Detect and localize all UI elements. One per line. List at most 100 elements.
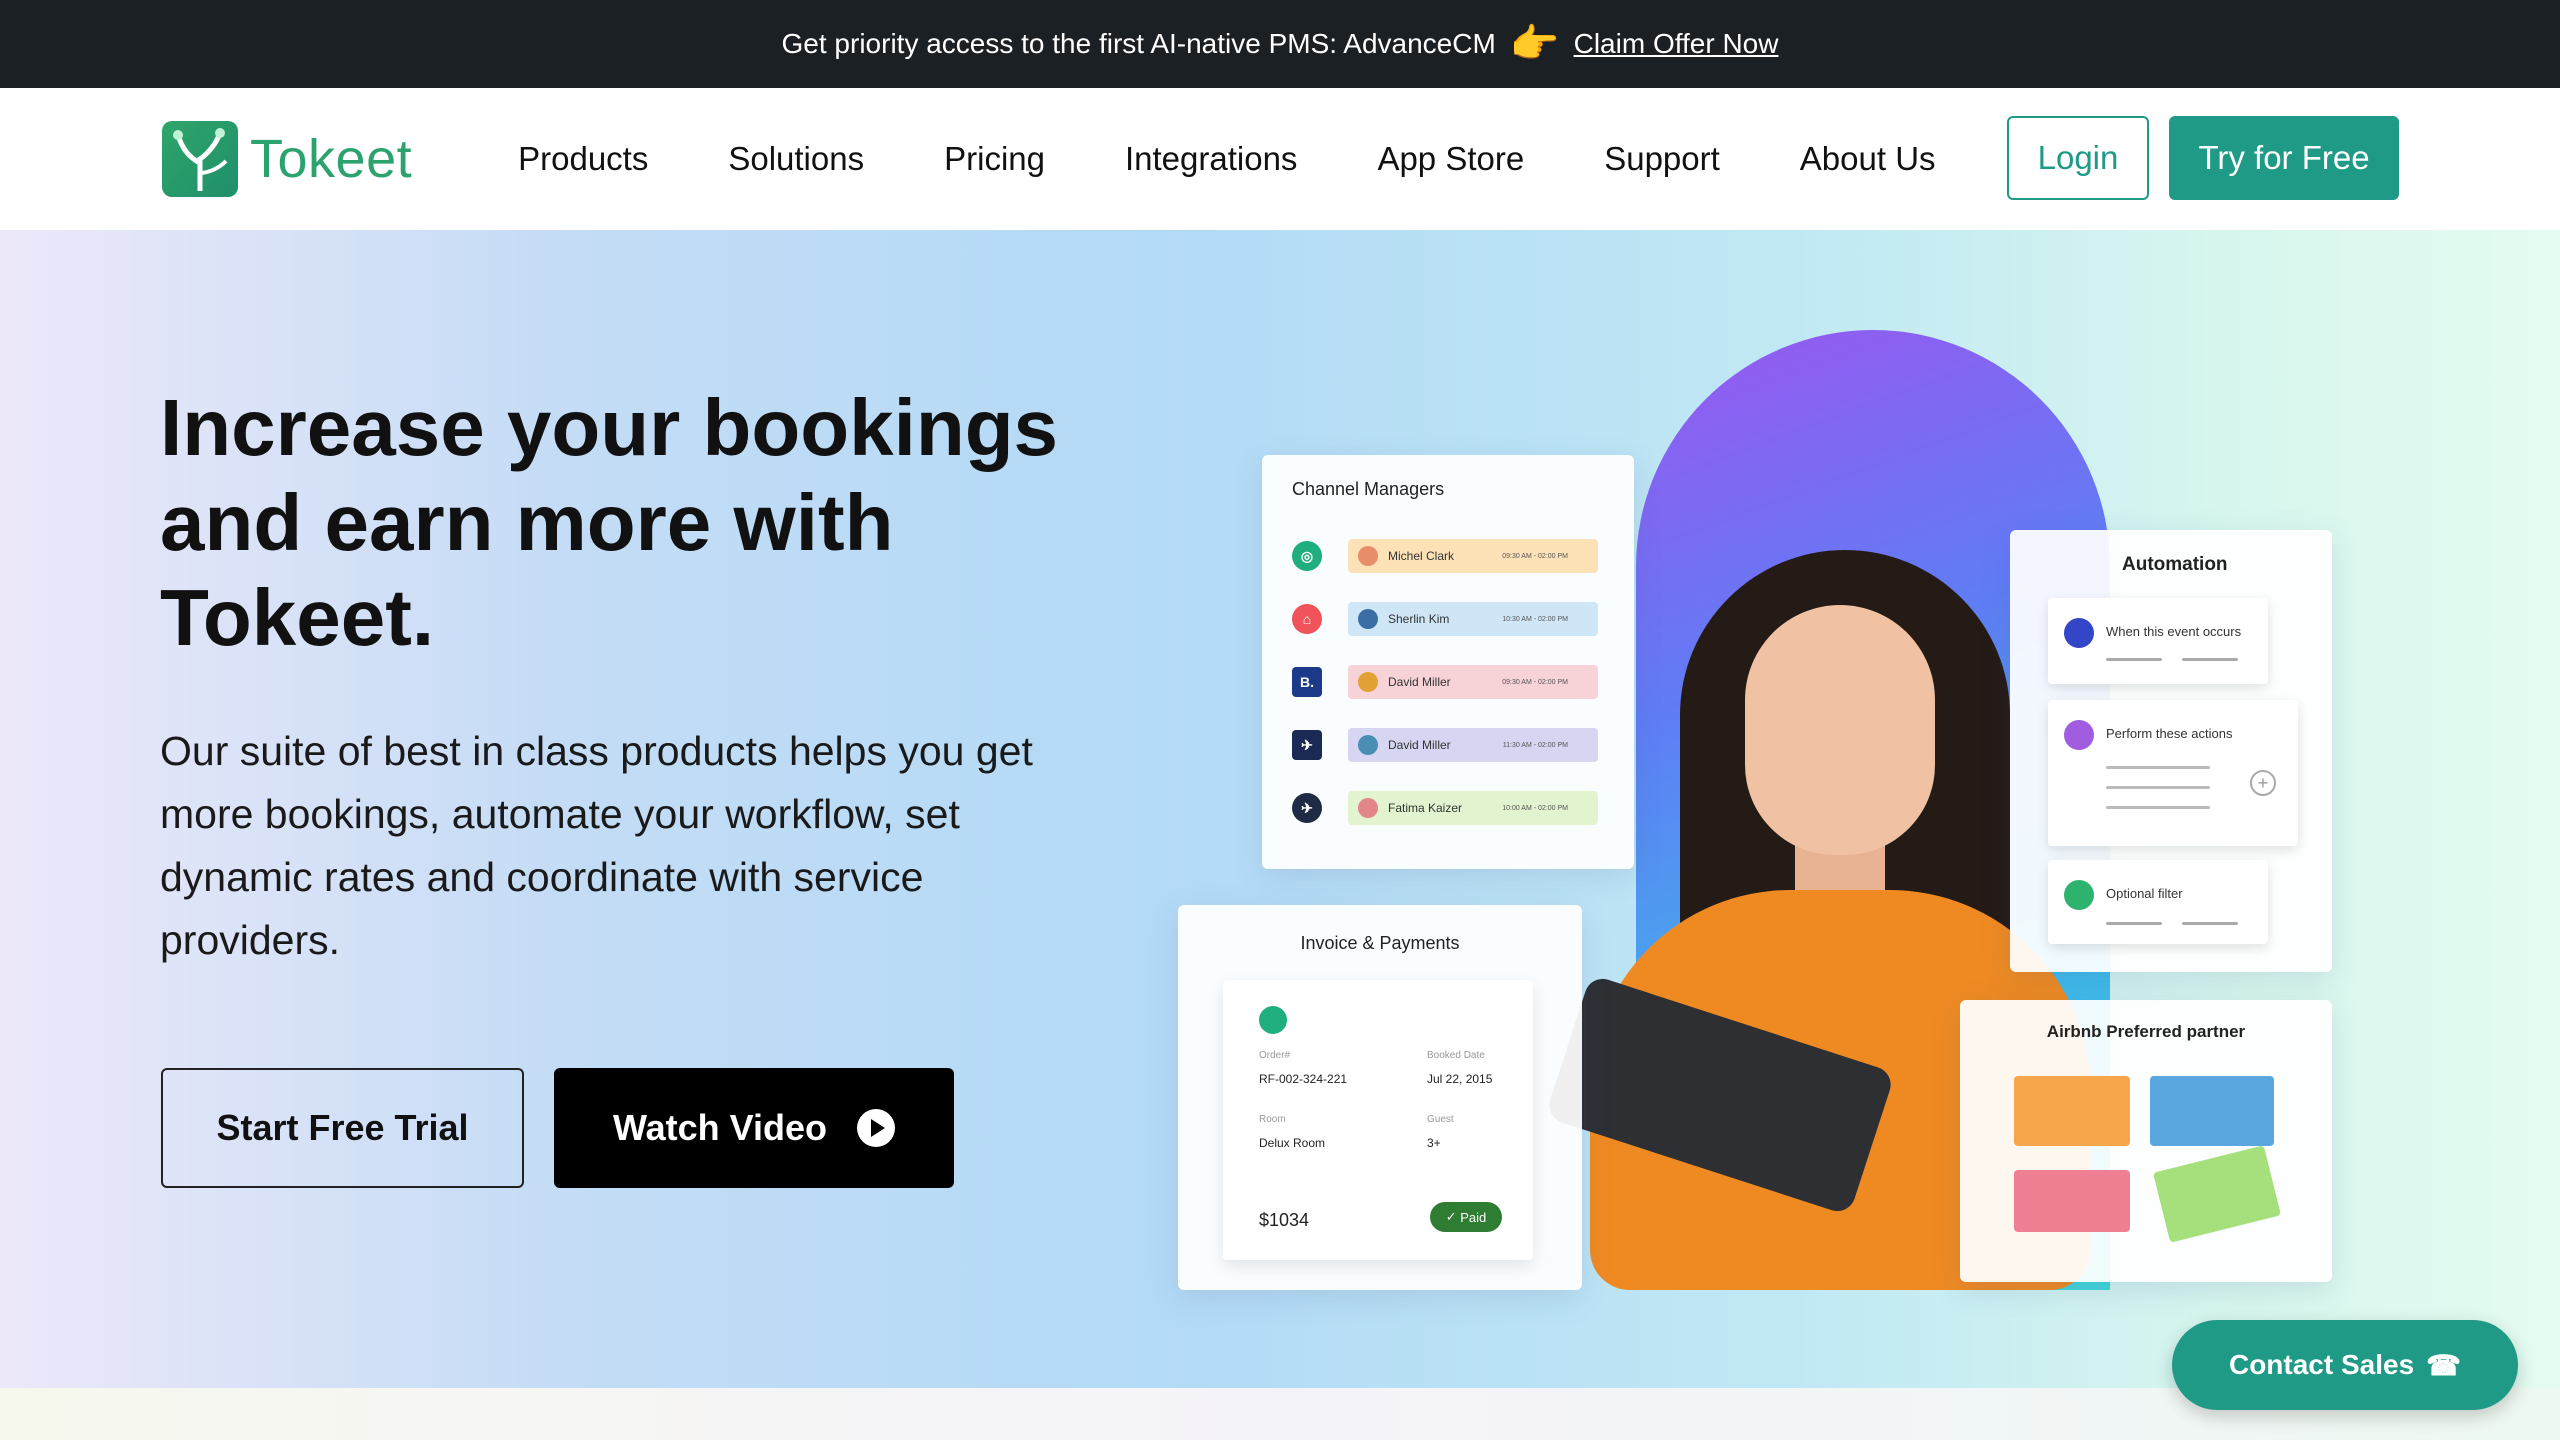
nav-pricing[interactable]: Pricing (944, 140, 1045, 178)
nav-solutions[interactable]: Solutions (728, 140, 864, 178)
automation-card: Automation When this event occurs Perfor… (2010, 530, 2332, 972)
bag-icon (2064, 720, 2094, 750)
placeholder-line (2182, 658, 2238, 661)
room-label: Room (1259, 1114, 1286, 1125)
channel-row: B. David Miller 09:30 AM - 02:00 PM (1292, 664, 1612, 700)
nav-about-us[interactable]: About Us (1800, 140, 1936, 178)
hero-section: Increase your bookings and earn more wit… (0, 230, 2560, 1388)
channel-pill: Fatima Kaizer 10:00 AM - 02:00 PM (1348, 791, 1598, 825)
hero-subtitle: Our suite of best in class products help… (160, 728, 1033, 963)
try-for-free-button[interactable]: Try for Free (2169, 116, 2399, 200)
avatar (1358, 672, 1378, 692)
invoice-title: Invoice & Payments (1300, 933, 1460, 953)
channel-name: Sherlin Kim (1388, 612, 1450, 626)
avatar (1358, 546, 1378, 566)
paid-badge: ✓ Paid (1430, 1202, 1502, 1232)
placeholder-line (2182, 922, 2238, 925)
invoice-total: $1034 (1259, 1210, 1310, 1230)
play-icon (857, 1109, 896, 1147)
channel-row: ✈ Fatima Kaizer 10:00 AM - 02:00 PM (1292, 790, 1612, 826)
avatar (1358, 609, 1378, 629)
booked-date-label: Booked Date (1427, 1050, 1485, 1061)
channel-managers-title: Channel Managers (1292, 479, 1445, 499)
site-header: Tokeet Products Solutions Pricing Integr… (0, 88, 2560, 230)
payment-card-icon (2152, 1145, 2282, 1243)
nav-app-store[interactable]: App Store (1377, 140, 1524, 178)
channel-time: 09:30 AM - 02:00 PM (1502, 552, 1568, 560)
placeholder-line (2106, 658, 2162, 661)
action-field (2106, 786, 2210, 789)
channel-row: ◎ Michel Clark 09:30 AM - 02:00 PM (1292, 538, 1612, 574)
avatar (1358, 735, 1378, 755)
booking-icon: B. (1292, 667, 1322, 697)
automation-title: Automation (2122, 554, 2228, 575)
automation-trigger: When this event occurs (2048, 598, 2268, 684)
invoice-card: Invoice & Payments Order# RF-002-324-221… (1178, 905, 1582, 1290)
add-icon: + (2250, 770, 2276, 796)
channel-row: ✈ David Miller 11:30 AM - 02:00 PM (1292, 727, 1612, 763)
channel-pill: Sherlin Kim 10:30 AM - 02:00 PM (1348, 602, 1598, 636)
action-field (2106, 766, 2210, 769)
filter-icon (2064, 880, 2094, 910)
booking-grid-icon (2150, 1076, 2274, 1146)
calendar-tile-icon (2014, 1170, 2130, 1232)
nav-integrations[interactable]: Integrations (1125, 140, 1297, 178)
promo-bar: Get priority access to the first AI-nati… (0, 0, 2560, 88)
promo-text: Get priority access to the first AI-nati… (781, 28, 1496, 59)
channel-name: David Miller (1388, 738, 1451, 752)
airbnb-icon: ⌂ (1292, 604, 1322, 634)
pointing-hand-icon: 👉 (1509, 22, 1560, 66)
channel-pill: David Miller 09:30 AM - 02:00 PM (1348, 665, 1598, 699)
contact-sales-label: Contact Sales (2228, 1349, 2415, 1380)
login-button[interactable]: Login (2007, 116, 2149, 200)
action-field (2106, 806, 2210, 809)
face-shape (1745, 605, 1935, 855)
channel-managers-card: Channel Managers ◎ Michel Clark 09:30 AM… (1262, 455, 1634, 869)
channel-time: 10:00 AM - 02:00 PM (1502, 804, 1568, 812)
order-label: Order# (1259, 1050, 1291, 1061)
airbnb-partner-card: Airbnb Preferred partner (1960, 1000, 2332, 1282)
expedia-icon: ✈ (1292, 730, 1322, 760)
contact-sales-button[interactable]: Contact Sales ☎ (2172, 1320, 2518, 1410)
tokeet-logo-icon (162, 121, 238, 197)
guest-value: 3+ (1427, 1136, 1441, 1150)
hero-title: Increase your bookings and earn more wit… (160, 380, 1060, 665)
automation-filter-label: Optional filter (2106, 886, 2183, 901)
plane-icon: ✈ (1292, 793, 1322, 823)
automation-actions: Perform these actions + (2048, 700, 2298, 846)
channel-name: Fatima Kaizer (1388, 801, 1463, 815)
watch-video-button[interactable]: Watch Video (554, 1068, 954, 1188)
start-free-trial-button[interactable]: Start Free Trial (161, 1068, 524, 1188)
calendar-icon (2064, 618, 2094, 648)
avatar (1358, 798, 1378, 818)
paid-label: Paid (1460, 1209, 1487, 1225)
automation-actions-label: Perform these actions (2106, 726, 2233, 741)
watch-video-label: Watch Video (612, 1107, 828, 1148)
nav-products[interactable]: Products (518, 140, 648, 178)
channel-name: Michel Clark (1388, 549, 1455, 563)
hero-title-line: and earn more with (160, 478, 894, 567)
channel-time: 11:30 AM - 02:00 PM (1502, 741, 1568, 749)
channel-time: 10:30 AM - 02:00 PM (1502, 615, 1568, 623)
booked-date-value: Jul 22, 2015 (1427, 1072, 1493, 1086)
logo-text: Tokeet (250, 129, 413, 189)
room-value: Delux Room (1259, 1136, 1326, 1150)
claim-offer-link[interactable]: Claim Offer Now (1574, 28, 1779, 60)
channel-pill: Michel Clark 09:30 AM - 02:00 PM (1348, 539, 1598, 573)
channel-name: David Miller (1388, 675, 1451, 689)
guest-label: Guest (1427, 1114, 1454, 1125)
hero-title-line: Increase your bookings (160, 383, 1059, 472)
tripadvisor-icon: ◎ (1292, 541, 1322, 571)
listing-tile-icon (2014, 1076, 2130, 1146)
automation-trigger-label: When this event occurs (2106, 624, 2242, 639)
hero-title-line: Tokeet. (160, 573, 435, 662)
placeholder-line (2106, 922, 2162, 925)
channel-pill: David Miller 11:30 AM - 02:00 PM (1348, 728, 1598, 762)
logo[interactable]: Tokeet (162, 121, 412, 197)
order-value: RF-002-324-221 (1259, 1072, 1348, 1086)
check-icon: ✓ (1445, 1209, 1461, 1224)
tripadvisor-icon (1259, 1006, 1287, 1034)
channel-row: ⌂ Sherlin Kim 10:30 AM - 02:00 PM (1292, 601, 1612, 637)
nav-support[interactable]: Support (1604, 140, 1720, 178)
phone-icon: ☎ (2426, 1349, 2462, 1381)
